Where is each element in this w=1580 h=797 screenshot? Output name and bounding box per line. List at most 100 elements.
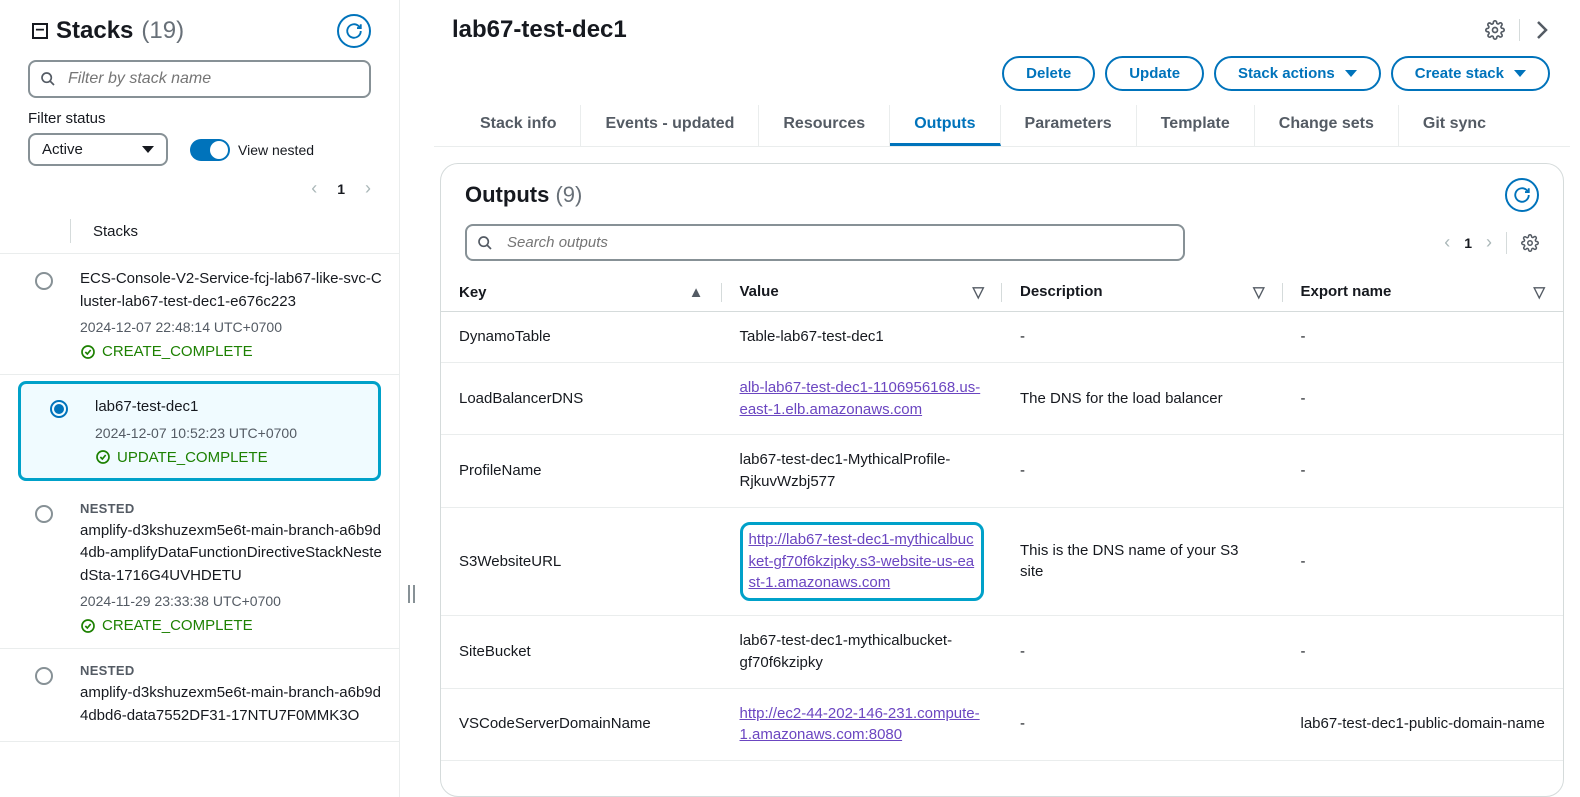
nested-badge: NESTED (80, 501, 383, 516)
stack-item[interactable]: NESTED amplify-d3kshuzexm5e6t-main-branch… (0, 487, 399, 650)
table-row: S3WebsiteURL http://lab67-test-dec1-myth… (441, 507, 1563, 615)
chevron-right-icon[interactable] (1534, 19, 1550, 41)
sort-icon: ▽ (972, 283, 984, 301)
col-export[interactable]: Export name▽ (1283, 273, 1564, 312)
radio-icon[interactable] (50, 400, 68, 418)
highlighted-link: http://lab67-test-dec1-mythicalbucket-gf… (740, 522, 985, 601)
sort-icon: ▽ (1253, 283, 1265, 301)
stack-name: lab67-test-dec1 (95, 396, 364, 419)
update-button[interactable]: Update (1105, 56, 1204, 91)
prev-page-button[interactable]: ‹ (311, 178, 317, 199)
chevron-down-icon (142, 146, 154, 153)
cell-description: - (1002, 312, 1283, 363)
stack-item[interactable]: ECS-Console-V2-Service-fcj-lab67-like-sv… (0, 254, 399, 375)
cell-key: ProfileName (441, 435, 722, 508)
tab-git-sync[interactable]: Git sync (1399, 105, 1510, 146)
tab-events-updated[interactable]: Events - updated (581, 105, 759, 146)
search-icon (40, 71, 56, 87)
cell-export: - (1283, 616, 1564, 689)
col-value[interactable]: Value▽ (722, 273, 1003, 312)
stack-item[interactable]: lab67-test-dec1 2024-12-07 10:52:23 UTC+0… (18, 381, 381, 481)
resize-handle[interactable] (400, 0, 424, 797)
main-panel: lab67-test-dec1 Delete Update Stack acti… (424, 0, 1580, 797)
filter-input-wrap (28, 60, 371, 98)
cell-description: - (1002, 688, 1283, 761)
divider (70, 219, 71, 243)
output-value: lab67-test-dec1-MythicalProfile-RjkuvWzb… (740, 451, 951, 490)
gear-icon[interactable] (1485, 20, 1505, 40)
view-nested-toggle[interactable]: View nested (190, 139, 314, 161)
next-page-button[interactable]: › (365, 178, 371, 199)
outputs-panel: Outputs (9) ‹ 1 › (440, 163, 1564, 797)
outputs-prev-page[interactable]: ‹ (1444, 232, 1450, 253)
cell-value: alb-lab67-test-dec1-1106956168.us-east-1… (722, 362, 1003, 435)
sidebar: − Stacks (19) Filter status Active (0, 0, 400, 797)
table-row: ProfileName lab67-test-dec1-MythicalProf… (441, 435, 1563, 508)
col-key[interactable]: Key▲ (441, 273, 722, 312)
cell-export: - (1283, 312, 1564, 363)
cell-value: http://ec2-44-202-146-231.compute-1.amaz… (722, 688, 1003, 761)
table-row: SiteBucket lab67-test-dec1-mythicalbucke… (441, 616, 1563, 689)
output-link[interactable]: http://ec2-44-202-146-231.compute-1.amaz… (740, 705, 980, 744)
radio-icon[interactable] (35, 272, 53, 290)
filter-status-label: Filter status (28, 110, 371, 127)
cell-value: lab67-test-dec1-mythicalbucket-gf70f6kzi… (722, 616, 1003, 689)
status-select-value: Active (42, 141, 83, 158)
cell-value: Table-lab67-test-dec1 (722, 312, 1003, 363)
tab-stack-info[interactable]: Stack info (456, 105, 581, 146)
outputs-page-number: 1 (1464, 235, 1472, 251)
refresh-outputs-button[interactable] (1505, 178, 1539, 212)
tabs: Stack infoEvents - updatedResourcesOutpu… (434, 105, 1570, 147)
chevron-down-icon (1514, 70, 1526, 77)
stacks-list-header: Stacks (93, 223, 138, 240)
divider (1506, 232, 1507, 254)
create-stack-button[interactable]: Create stack (1391, 56, 1550, 91)
stack-timestamp: 2024-12-07 10:52:23 UTC+0700 (95, 425, 364, 441)
stacks-heading: − Stacks (19) (32, 17, 184, 45)
table-row: VSCodeServerDomainName http://ec2-44-202… (441, 688, 1563, 761)
search-outputs-input[interactable] (465, 224, 1185, 261)
table-row: LoadBalancerDNS alb-lab67-test-dec1-1106… (441, 362, 1563, 435)
cell-description: The DNS for the load balancer (1002, 362, 1283, 435)
divider (1519, 19, 1520, 41)
cell-key: DynamoTable (441, 312, 722, 363)
collapse-icon[interactable]: − (32, 23, 48, 39)
cell-export: lab67-test-dec1-public-domain-name (1283, 688, 1564, 761)
refresh-button[interactable] (337, 14, 371, 48)
cell-value: http://lab67-test-dec1-mythicalbucket-gf… (722, 507, 1003, 615)
page-number: 1 (337, 181, 345, 197)
cell-key: VSCodeServerDomainName (441, 688, 722, 761)
cell-key: SiteBucket (441, 616, 722, 689)
delete-button[interactable]: Delete (1002, 56, 1095, 91)
cell-export: - (1283, 435, 1564, 508)
stack-title: lab67-test-dec1 (452, 16, 627, 44)
stack-status: CREATE_COMPLETE (80, 617, 383, 634)
tab-resources[interactable]: Resources (759, 105, 890, 146)
stack-timestamp: 2024-11-29 23:33:38 UTC+0700 (80, 593, 383, 609)
outputs-next-page[interactable]: › (1486, 232, 1492, 253)
radio-icon[interactable] (35, 505, 53, 523)
output-link[interactable]: alb-lab67-test-dec1-1106956168.us-east-1… (740, 379, 981, 418)
stack-name: ECS-Console-V2-Service-fcj-lab67-like-sv… (80, 268, 383, 313)
cell-description: - (1002, 616, 1283, 689)
output-link[interactable]: http://lab67-test-dec1-mythicalbucket-gf… (749, 531, 975, 592)
tab-change-sets[interactable]: Change sets (1255, 105, 1399, 146)
radio-icon[interactable] (35, 667, 53, 685)
stack-status: UPDATE_COMPLETE (95, 449, 364, 466)
search-icon (477, 235, 493, 251)
status-select[interactable]: Active (28, 133, 168, 166)
stack-actions-button[interactable]: Stack actions (1214, 56, 1381, 91)
sidebar-pager: ‹ 1 › (0, 172, 399, 209)
stack-filter-input[interactable] (28, 60, 371, 98)
tab-outputs[interactable]: Outputs (890, 105, 1000, 146)
settings-icon[interactable] (1521, 234, 1539, 252)
output-value: Table-lab67-test-dec1 (740, 328, 884, 345)
cell-export: - (1283, 362, 1564, 435)
col-description[interactable]: Description▽ (1002, 273, 1283, 312)
chevron-down-icon (1345, 70, 1357, 77)
stack-name: amplify-d3kshuzexm5e6t-main-branch-a6b9d… (80, 520, 383, 588)
stacks-count: (19) (141, 17, 184, 45)
stack-item[interactable]: NESTEDamplify-d3kshuzexm5e6t-main-branch… (0, 649, 399, 742)
tab-template[interactable]: Template (1137, 105, 1255, 146)
tab-parameters[interactable]: Parameters (1001, 105, 1137, 146)
